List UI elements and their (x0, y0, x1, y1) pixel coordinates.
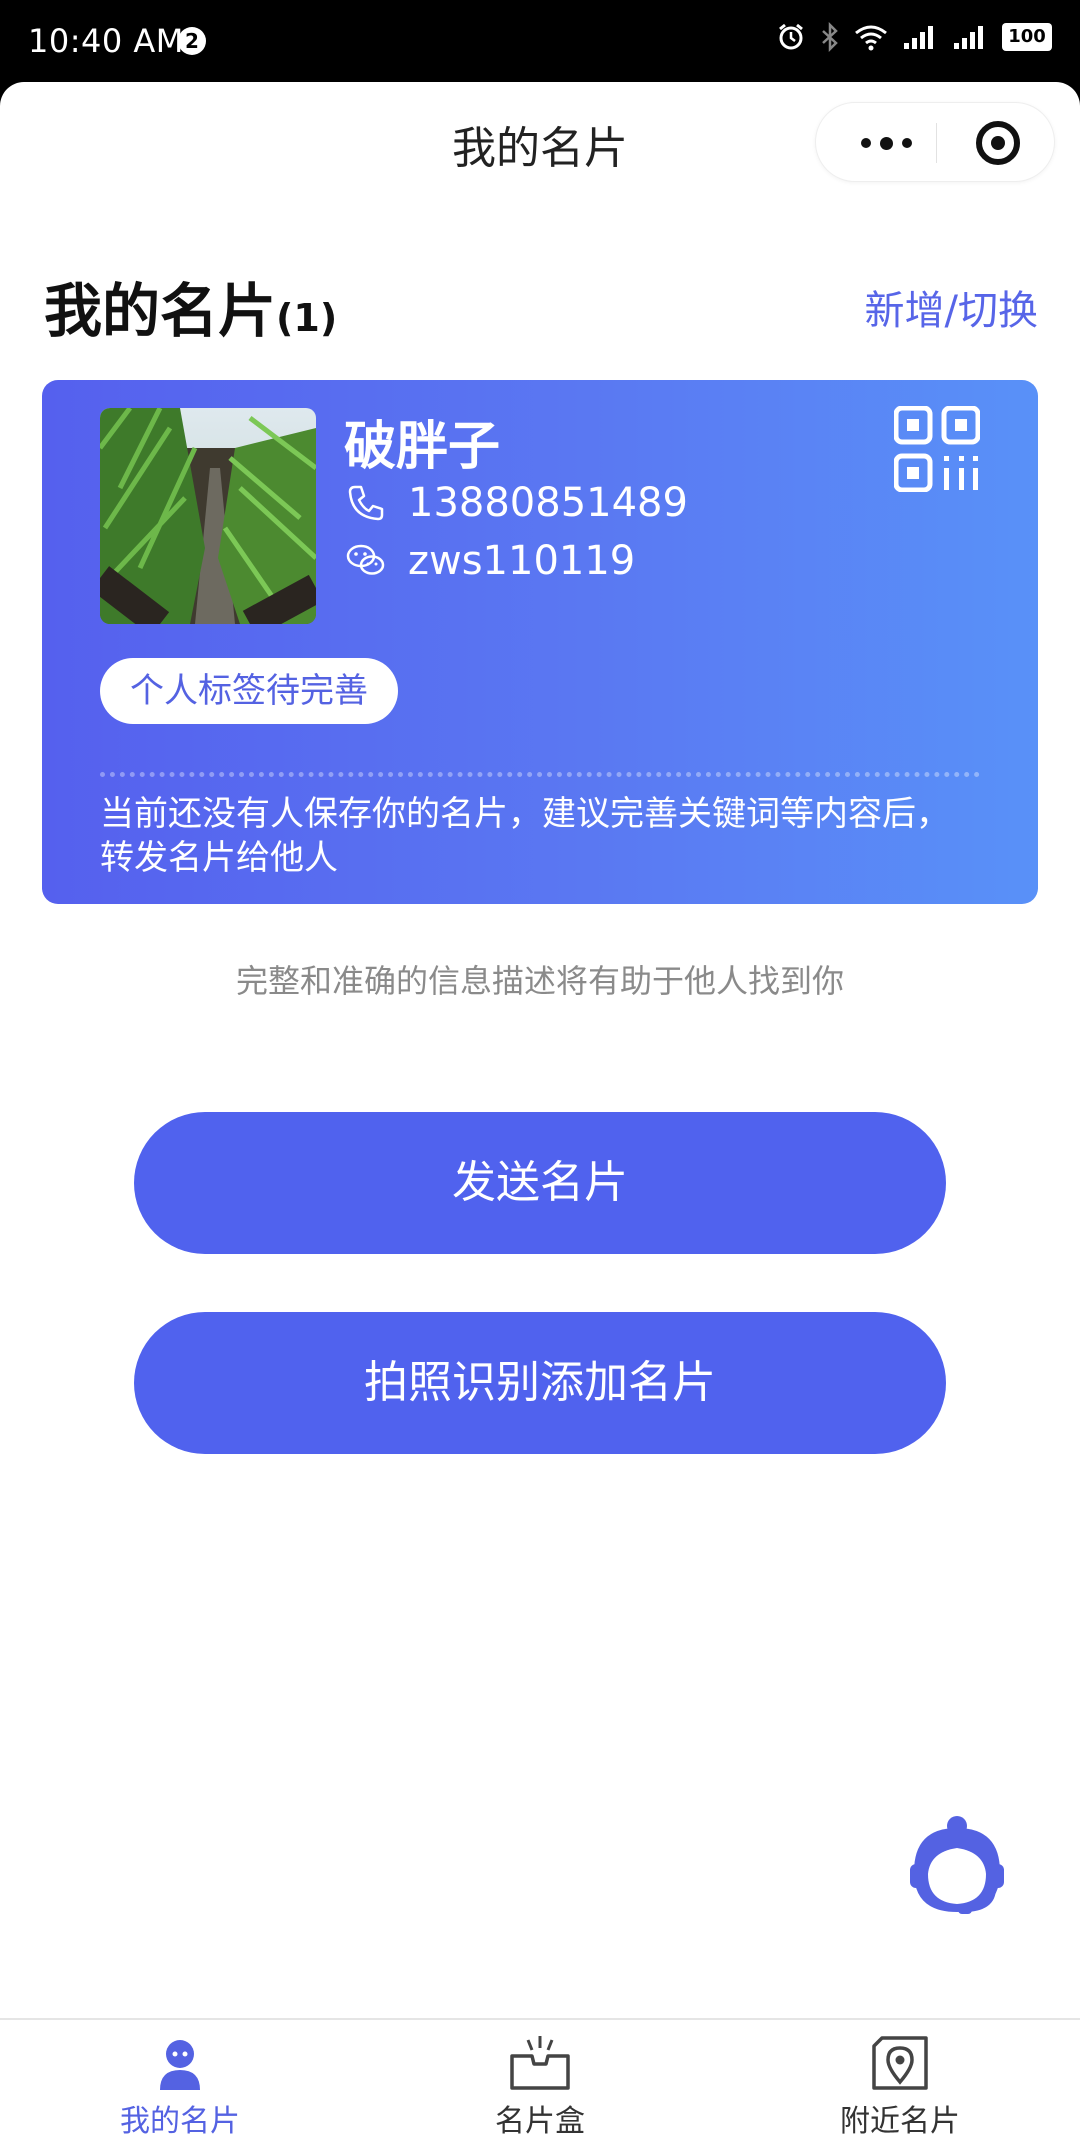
tab-label: 名片盒 (495, 2104, 585, 2139)
status-icons: 100 (776, 22, 1052, 52)
status-bar: 10:40 AM 2 100 (0, 0, 1080, 82)
capsule-divider (936, 123, 937, 163)
card-count: (1) (276, 296, 338, 340)
mini-program-capsule (815, 102, 1055, 182)
card-divider (100, 772, 980, 777)
phone-number: 13880851489 (408, 480, 688, 526)
send-card-button[interactable]: 发送名片 (134, 1112, 946, 1254)
card-name: 破胖子 (344, 417, 501, 477)
page-title: 我的名片(1) (44, 264, 337, 348)
nav-bar: 我的名片 (0, 82, 1080, 202)
notification-badge: 2 (178, 27, 206, 55)
scan-add-card-button[interactable]: 拍照识别添加名片 (134, 1312, 946, 1454)
tab-nearby-cards[interactable]: 附近名片 (800, 2034, 1000, 2142)
wechat-icon (346, 544, 385, 575)
wifi-icon (855, 25, 887, 51)
wechat-id: zws110119 (408, 538, 636, 584)
target-icon[interactable] (976, 121, 1020, 165)
card-tip: 当前还没有人保存你的名片，建议完善关键词等内容后，转发名片给他人 (100, 794, 950, 878)
add-switch-link[interactable]: 新增/切换 (865, 278, 1038, 336)
battery-icon: 100 (1002, 23, 1052, 51)
bluetooth-icon (822, 22, 838, 52)
qr-code-icon[interactable] (894, 406, 980, 492)
app-container: 我的名片 我的名片(1) 新增/切换 破胖子 13880851489 zws11… (0, 82, 1080, 2142)
nearby-location-icon (872, 2036, 928, 2090)
tab-card-box[interactable]: 名片盒 (440, 2034, 640, 2142)
card-box-icon (510, 2036, 570, 2090)
customer-service-icon[interactable] (908, 1812, 1006, 1920)
tab-label: 附近名片 (840, 2104, 960, 2139)
tab-label: 我的名片 (120, 2104, 240, 2139)
alarm-icon (779, 23, 803, 50)
business-card[interactable]: 破胖子 13880851489 zws110119 个人标签待完善 当前还没有人… (42, 380, 1038, 904)
personal-tag-button[interactable]: 个人标签待完善 (100, 658, 398, 724)
more-dots-icon[interactable] (846, 125, 926, 161)
status-time: 10:40 AM (28, 22, 184, 60)
profile-icon (160, 2040, 200, 2090)
avatar[interactable] (100, 408, 316, 624)
tab-my-card[interactable]: 我的名片 (80, 2034, 280, 2142)
page-title-text: 我的名片 (44, 277, 277, 345)
wechat-row[interactable]: zws110119 (346, 538, 635, 584)
avatar-photo (100, 408, 316, 624)
phone-icon (348, 485, 384, 521)
phone-row[interactable]: 13880851489 (346, 480, 688, 526)
info-hint: 完整和准确的信息描述将有助于他人找到你 (235, 962, 844, 1000)
tab-bar: 我的名片 名片盒 附近名片 (0, 2018, 1080, 2142)
signal-icon (954, 26, 983, 49)
signal-icon (904, 26, 933, 49)
